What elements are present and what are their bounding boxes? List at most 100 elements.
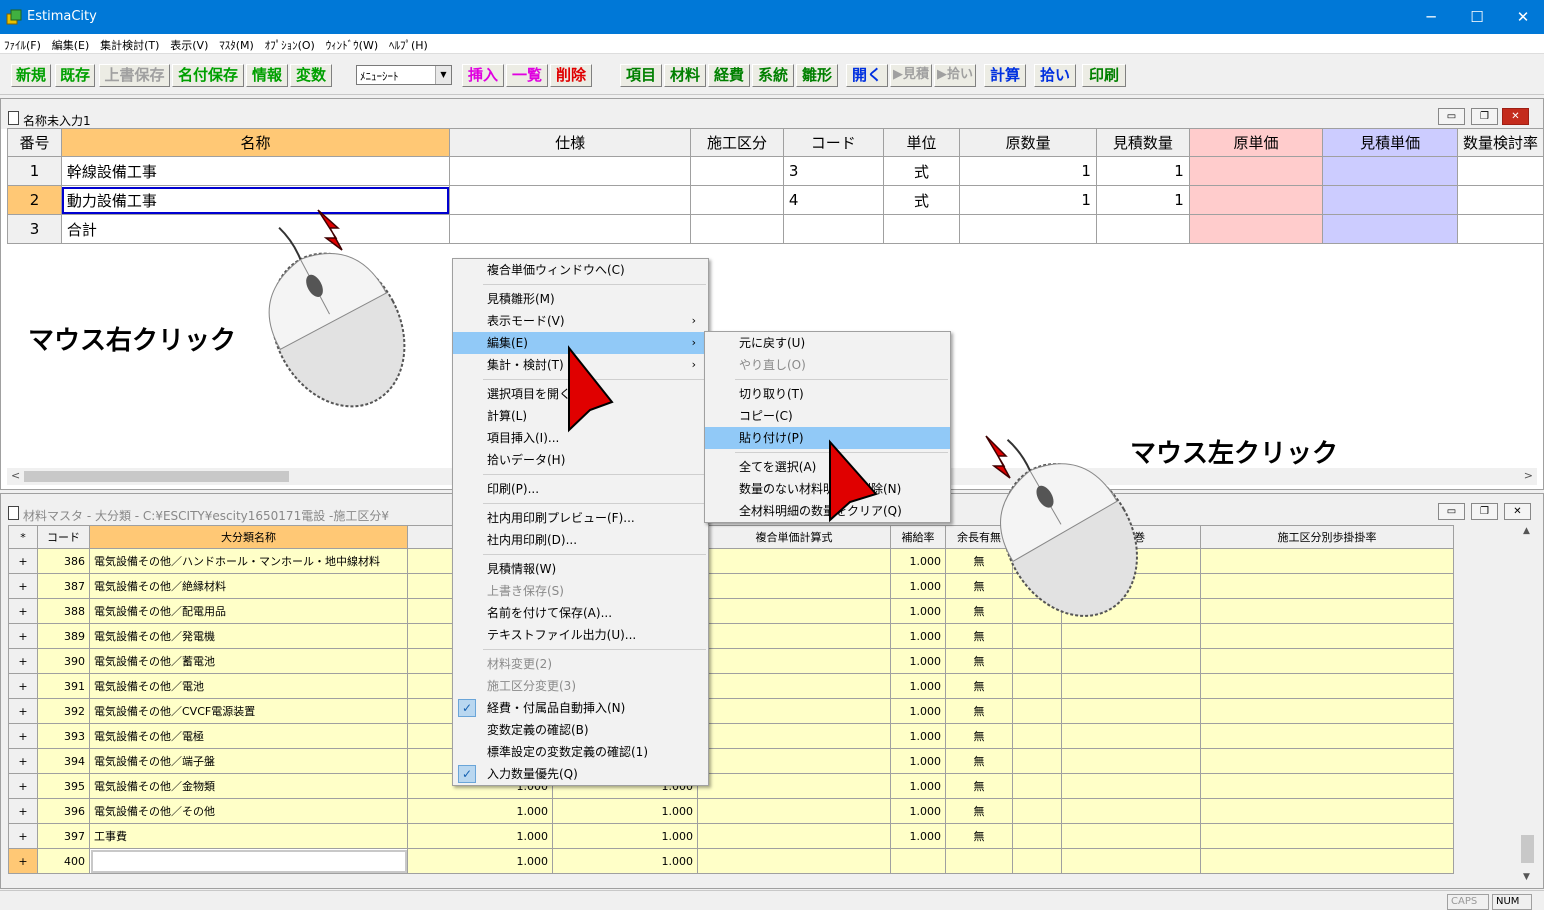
est-price-cell[interactable]: [1322, 214, 1458, 244]
kubun-cell[interactable]: [690, 214, 784, 244]
orig-qty-cell[interactable]: 1: [959, 156, 1097, 186]
formula-cell[interactable]: [697, 673, 891, 699]
blank-cell[interactable]: [1012, 773, 1062, 799]
labor-rate-cell[interactable]: [1200, 848, 1454, 874]
supply-rate-cell[interactable]: 1.000: [890, 648, 946, 674]
menu-item[interactable]: 表示モード(V) ›: [453, 310, 708, 332]
pickup-button[interactable]: 拾い: [1034, 64, 1076, 87]
material-button[interactable]: 材料: [664, 64, 706, 87]
blank-cell[interactable]: [1012, 748, 1062, 774]
supply-rate-cell[interactable]: 1.000: [890, 748, 946, 774]
col-header-orig-price[interactable]: 原単価: [1188, 128, 1324, 157]
menu-item[interactable]: 複合単価ウィンドウへ(C): [453, 259, 708, 281]
unit-cell[interactable]: 式: [882, 156, 961, 186]
template-button[interactable]: 雛形: [796, 64, 838, 87]
expand-button[interactable]: +: [8, 823, 38, 849]
table-row[interactable]: +395 電気設備その他／金物類 1.000 1.000 1.000 無: [8, 773, 1454, 799]
supply-rate-cell[interactable]: 1.000: [890, 673, 946, 699]
col-header-roll[interactable]: 巻: [1061, 525, 1201, 549]
roll-cell[interactable]: [1061, 798, 1201, 824]
category-name-cell[interactable]: 電気設備その他／その他: [89, 798, 408, 824]
supply-rate-cell[interactable]: 1.000: [890, 548, 946, 574]
expand-button[interactable]: +: [8, 723, 38, 749]
formula-cell[interactable]: [697, 748, 891, 774]
variable-button[interactable]: 変数: [290, 64, 332, 87]
est-qty-cell[interactable]: 1: [1095, 185, 1190, 215]
code-cell[interactable]: 390: [37, 648, 90, 674]
menu-item[interactable]: 編集(E) ›: [453, 332, 708, 354]
col-header-code[interactable]: コード: [782, 128, 884, 157]
name-cell[interactable]: 幹線設備工事: [60, 156, 451, 186]
col-header-star[interactable]: *: [8, 525, 38, 549]
child-close-button[interactable]: ✕: [1504, 503, 1531, 520]
formula-cell[interactable]: [697, 798, 891, 824]
menu-item[interactable]: 計算(L): [453, 405, 708, 427]
table-row[interactable]: +386 電気設備その他／ハンドホール・マンホール・地中線材料 1.000 無: [8, 548, 1454, 574]
spec-cell[interactable]: [449, 156, 692, 186]
menu-item[interactable]: 社内用印刷(D)...: [453, 529, 708, 551]
menu-item[interactable]: 見積情報(W): [453, 558, 708, 580]
row-number[interactable]: 2: [7, 185, 62, 215]
extra-length-cell[interactable]: 無: [945, 598, 1013, 624]
vertical-scrollbar[interactable]: ▲ ▼: [1519, 525, 1536, 883]
qty-rate-cell[interactable]: [1456, 156, 1544, 186]
menu-item[interactable]: 標準設定の変数定義の確認(1): [453, 741, 708, 763]
table-row[interactable]: 1 幹線設備工事 3 式 1 1: [7, 156, 1544, 186]
supply-rate-cell[interactable]: 1.000: [890, 798, 946, 824]
blank-cell[interactable]: [1012, 823, 1062, 849]
col-header-orig-qty[interactable]: 原数量: [959, 128, 1097, 157]
menu-options[interactable]: ｵﾌﾟｼｮﾝ(O): [261, 34, 318, 54]
scroll-down-icon[interactable]: ▼: [1523, 872, 1530, 882]
scroll-thumb[interactable]: [1521, 835, 1534, 863]
category-name-cell[interactable]: 電気設備その他／蓄電池: [89, 648, 408, 674]
expand-button[interactable]: +: [8, 698, 38, 724]
labor-rate-cell[interactable]: [1200, 698, 1454, 724]
category-name-cell[interactable]: 電気設備その他／電池: [89, 673, 408, 699]
code-cell[interactable]: 392: [37, 698, 90, 724]
col-header-formula[interactable]: 複合単価計算式: [697, 525, 891, 549]
category-name-cell[interactable]: [89, 848, 408, 874]
category-name-cell[interactable]: 電気設備その他／電極: [89, 723, 408, 749]
list-button[interactable]: 一覧: [506, 64, 548, 87]
table-row[interactable]: 3 合計: [7, 214, 1544, 244]
expand-button[interactable]: +: [8, 848, 38, 874]
table-row[interactable]: +390 電気設備その他／蓄電池 1.000 無: [8, 648, 1454, 674]
orig-price-cell[interactable]: [1188, 156, 1324, 186]
col-header-name[interactable]: 名称: [60, 128, 451, 157]
menu-item[interactable]: 経費・付属品自動挿入(N) ✓: [453, 697, 708, 719]
menu-item[interactable]: テキストファイル出力(U)...: [453, 624, 708, 646]
spec-cell[interactable]: [449, 214, 692, 244]
labor-rate-cell[interactable]: [1200, 748, 1454, 774]
child-close-button[interactable]: ✕: [1502, 108, 1529, 125]
menu-item[interactable]: 施工区分変更(3): [453, 675, 708, 697]
menu-item[interactable]: 元に戻す(U): [705, 332, 950, 354]
code-cell[interactable]: 397: [37, 823, 90, 849]
expand-button[interactable]: +: [8, 548, 38, 574]
menu-master[interactable]: ﾏｽﾀ(M): [215, 34, 257, 54]
table-row[interactable]: +400 1.000 1.000: [8, 848, 1454, 874]
code-cell[interactable]: 389: [37, 623, 90, 649]
table-row[interactable]: +392 電気設備その他／CVCF電源装置 1.000 無: [8, 698, 1454, 724]
minimize-button[interactable]: ─: [1408, 0, 1454, 34]
col-header-spec[interactable]: 仕様: [449, 128, 692, 157]
blank-cell[interactable]: [1012, 573, 1062, 599]
col-header-blank2[interactable]: [1012, 525, 1062, 549]
roll-cell[interactable]: [1061, 548, 1201, 574]
open-button[interactable]: 開く: [846, 64, 888, 87]
row-number[interactable]: 1: [7, 156, 62, 186]
name-cell-selected[interactable]: 動力設備工事: [60, 185, 451, 215]
qty-cell[interactable]: 1.000: [407, 798, 553, 824]
menu-item[interactable]: コピー(C): [705, 405, 950, 427]
supply-rate-cell[interactable]: 1.000: [890, 773, 946, 799]
menu-item[interactable]: 変数定義の確認(B): [453, 719, 708, 741]
code-cell[interactable]: [782, 214, 884, 244]
expand-button[interactable]: +: [8, 573, 38, 599]
qty-rate-cell[interactable]: [1456, 185, 1544, 215]
menu-item[interactable]: 数量のない材料明細を削除(N): [705, 478, 950, 500]
category-name-cell[interactable]: 電気設備その他／配電用品: [89, 598, 408, 624]
roll-cell[interactable]: [1061, 598, 1201, 624]
extra-length-cell[interactable]: 無: [945, 748, 1013, 774]
menu-item[interactable]: 項目挿入(I)...: [453, 427, 708, 449]
estimate-button[interactable]: ▶見積: [890, 64, 932, 87]
col-header-kubun[interactable]: 施工区分: [690, 128, 784, 157]
